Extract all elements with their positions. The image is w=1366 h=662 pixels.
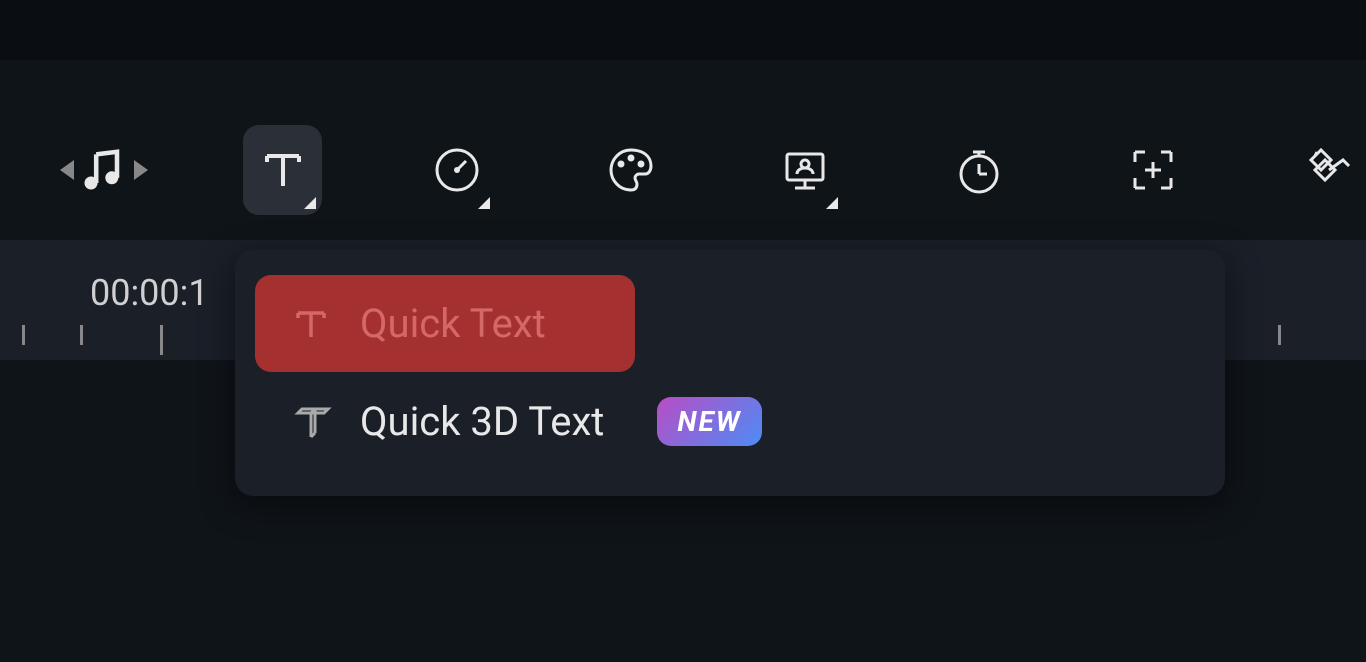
timecode-display: 00:00:1 <box>90 272 209 314</box>
color-tool-button[interactable] <box>591 125 670 215</box>
presentation-icon <box>779 144 831 196</box>
text-icon <box>290 303 332 345</box>
quick-3d-text-menu-item[interactable]: Quick 3D Text NEW <box>255 372 1205 471</box>
quick-text-menu-item[interactable]: Quick Text <box>255 275 635 372</box>
keyframe-tool-button[interactable] <box>1287 125 1366 215</box>
timeline-tick <box>1278 325 1281 345</box>
keyframe-icon <box>1301 144 1353 196</box>
new-badge: NEW <box>657 397 761 446</box>
toolbar <box>0 60 1366 240</box>
text-3d-icon <box>290 401 332 443</box>
crop-tool-button[interactable] <box>1113 125 1192 215</box>
timer-tool-button[interactable] <box>939 125 1018 215</box>
stopwatch-icon <box>953 144 1005 196</box>
palette-icon <box>605 144 657 196</box>
menu-item-label: Quick Text <box>360 300 546 347</box>
text-dropdown-menu: Quick Text Quick 3D Text NEW <box>235 250 1225 496</box>
audio-tool-button[interactable] <box>60 125 148 215</box>
top-bar <box>0 0 1366 60</box>
speed-tool-button[interactable] <box>417 125 496 215</box>
dropdown-indicator-icon <box>478 197 490 209</box>
crop-icon <box>1127 144 1179 196</box>
media-tool-button[interactable] <box>765 125 844 215</box>
music-icon <box>60 144 148 196</box>
menu-item-label: Quick 3D Text <box>360 398 604 445</box>
dropdown-indicator-icon <box>826 197 838 209</box>
dropdown-indicator-icon <box>304 197 316 209</box>
text-icon <box>257 144 309 196</box>
text-tool-button[interactable] <box>243 125 322 215</box>
speedometer-icon <box>431 144 483 196</box>
